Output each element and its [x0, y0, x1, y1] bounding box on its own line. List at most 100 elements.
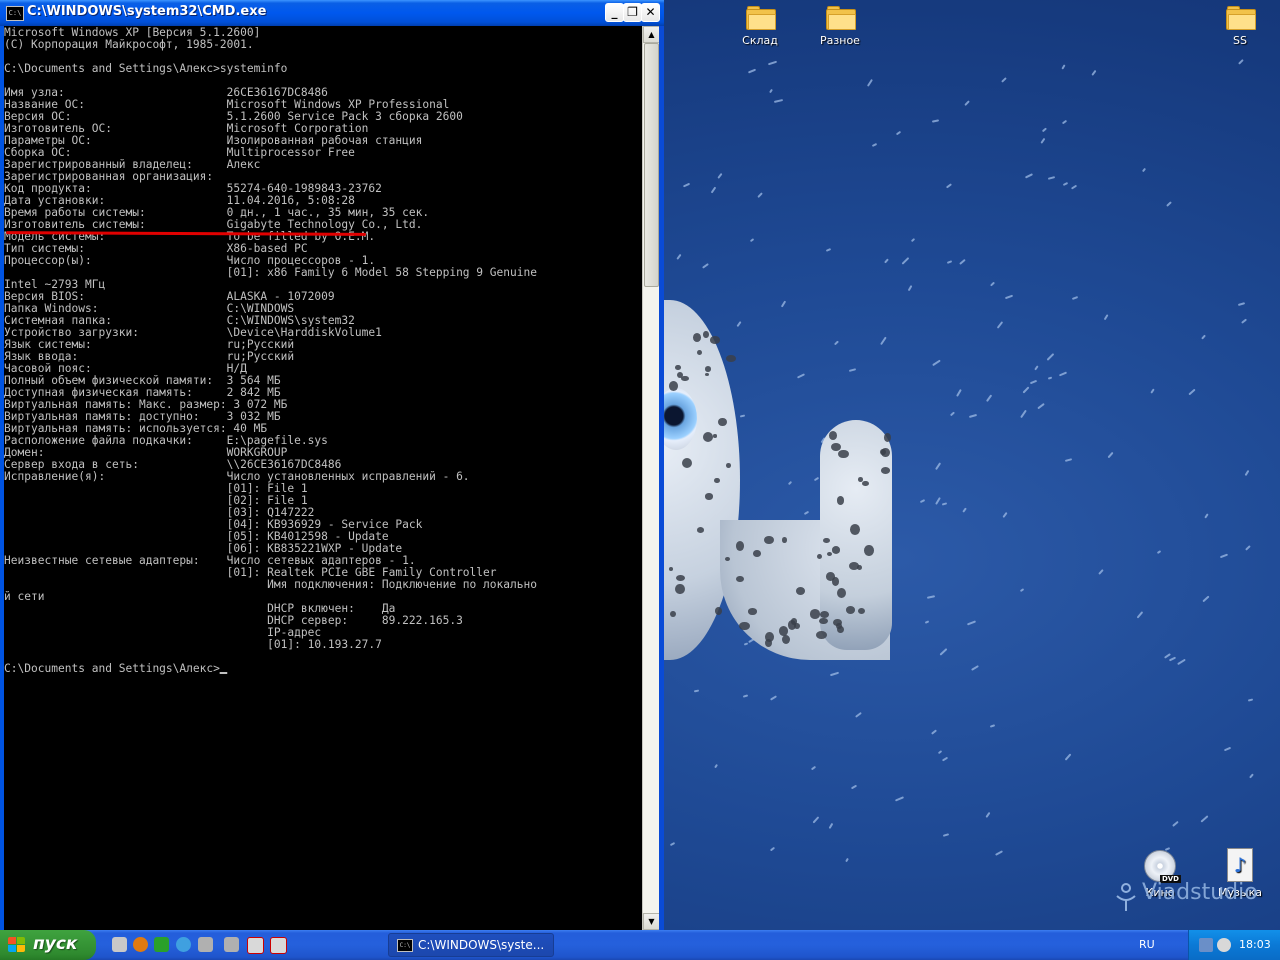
- cmd-window[interactable]: C:\ C:\WINDOWS\system32\CMD.exe _ ❐ ✕ Mi…: [0, 0, 664, 930]
- snowflake: [931, 359, 941, 366]
- quicklaunch-icon[interactable]: [176, 937, 191, 952]
- snowflake: [1034, 365, 1039, 371]
- quicklaunch-icon[interactable]: [198, 937, 213, 952]
- minimize-button[interactable]: _: [605, 3, 624, 22]
- leopard-spot: [726, 354, 737, 363]
- leopard-spot: [884, 433, 892, 442]
- start-button[interactable]: пуск: [0, 930, 96, 960]
- snowflake: [934, 462, 942, 471]
- snowflake: [1059, 371, 1068, 377]
- quicklaunch-icon[interactable]: [224, 937, 239, 952]
- snowflake: [1166, 200, 1173, 207]
- snowflake: [1004, 295, 1013, 300]
- volume-icon[interactable]: [1217, 938, 1231, 952]
- snowflake: [1247, 698, 1253, 702]
- snowflake: [1202, 595, 1210, 602]
- snowflake: [1169, 656, 1177, 662]
- snowflake: [851, 784, 858, 790]
- snowflake: [955, 388, 962, 397]
- snowflake: [895, 131, 902, 136]
- snowflake: [937, 749, 943, 755]
- snowflake: [910, 237, 916, 242]
- folder-icon: [826, 6, 856, 30]
- scrollbar-thumb[interactable]: [644, 43, 659, 287]
- quicklaunch-icon[interactable]: [270, 937, 287, 954]
- scroll-down-button[interactable]: ▼: [643, 913, 660, 930]
- snowflake: [1204, 513, 1210, 519]
- snowflake: [969, 414, 978, 419]
- snowflake: [1163, 652, 1171, 659]
- snowflake: [1200, 815, 1209, 823]
- snowflake: [996, 321, 1004, 330]
- language-indicator[interactable]: RU: [1139, 938, 1155, 951]
- snowflake: [990, 723, 996, 728]
- taskbar-button-cmd[interactable]: C:\ C:\WINDOWS\syste...: [388, 933, 554, 957]
- leopard-spot: [825, 572, 836, 581]
- maximize-button[interactable]: ❐: [623, 3, 642, 22]
- leopard-spot: [702, 432, 713, 442]
- snowflake: [1156, 550, 1162, 555]
- snowflake: [871, 142, 878, 147]
- leopard-spot: [675, 583, 685, 595]
- network-icon[interactable]: [1199, 938, 1213, 952]
- snowflake: [1019, 587, 1025, 592]
- leopard-spot: [714, 607, 722, 615]
- snowflake: [880, 336, 887, 346]
- snowflake: [1201, 333, 1207, 340]
- snowflake: [990, 281, 996, 287]
- title-bar[interactable]: C:\ C:\WINDOWS\system32\CMD.exe _ ❐ ✕: [0, 0, 664, 26]
- snowflake: [770, 847, 776, 852]
- console-output[interactable]: Microsoft Windows XP [Версия 5.1.2600] (…: [4, 26, 642, 930]
- snowflake: [757, 191, 764, 198]
- leopard-spot: [864, 545, 874, 556]
- snowflake: [894, 796, 904, 802]
- desktop-icon-label: SS: [1233, 34, 1247, 47]
- snowflake: [931, 729, 938, 735]
- leopard-spot: [837, 625, 845, 633]
- leopard-spot: [681, 457, 692, 468]
- leopard-spot: [747, 608, 757, 615]
- leopard-spot: [696, 526, 705, 533]
- snowflake: [1245, 545, 1251, 552]
- leopard-spot: [714, 477, 720, 484]
- desktop-icon-raznoe[interactable]: Разное: [800, 6, 880, 47]
- leopard-spot: [764, 536, 774, 545]
- clock[interactable]: 18:03: [1239, 938, 1271, 951]
- quicklaunch-icon[interactable]: [247, 937, 264, 954]
- snowflake: [1062, 119, 1068, 125]
- snowflake: [714, 763, 719, 769]
- scroll-up-button[interactable]: ▲: [643, 26, 660, 43]
- snowflake: [934, 496, 941, 505]
- snowflake: [995, 850, 1004, 856]
- snowflake: [1047, 376, 1053, 380]
- snowflake: [971, 664, 979, 671]
- text-cursor: [219, 672, 228, 674]
- snowflake: [769, 88, 774, 94]
- desktop-icon-ss[interactable]: SS: [1200, 6, 1280, 47]
- snowflake: [797, 373, 805, 379]
- snowflake: [927, 595, 936, 600]
- snowflake: [826, 248, 832, 253]
- snowflake: [768, 61, 778, 66]
- snowflake: [811, 765, 817, 771]
- snowflake: [812, 816, 820, 824]
- leopard-spot: [838, 450, 849, 459]
- snowflake: [985, 812, 991, 819]
- quicklaunch-icon[interactable]: [112, 937, 127, 952]
- desktop-icon-sklad[interactable]: Склад: [720, 6, 800, 47]
- leopard-spot: [738, 621, 750, 631]
- snowflake: [717, 173, 723, 179]
- snowflake: [770, 695, 777, 701]
- vertical-scrollbar[interactable]: ▲ ▼: [642, 26, 660, 930]
- snowflake: [1022, 386, 1030, 394]
- folder-icon: [746, 6, 776, 30]
- quicklaunch-icon[interactable]: [133, 937, 148, 952]
- snowflake: [830, 672, 840, 677]
- snowflake: [749, 237, 755, 243]
- desktop-icon-label: Разное: [820, 34, 860, 47]
- quicklaunch-icon[interactable]: [154, 937, 169, 952]
- snowflake: [1040, 137, 1045, 144]
- close-button[interactable]: ✕: [641, 3, 660, 22]
- snowflake: [740, 414, 746, 418]
- leopard-spot: [836, 587, 846, 598]
